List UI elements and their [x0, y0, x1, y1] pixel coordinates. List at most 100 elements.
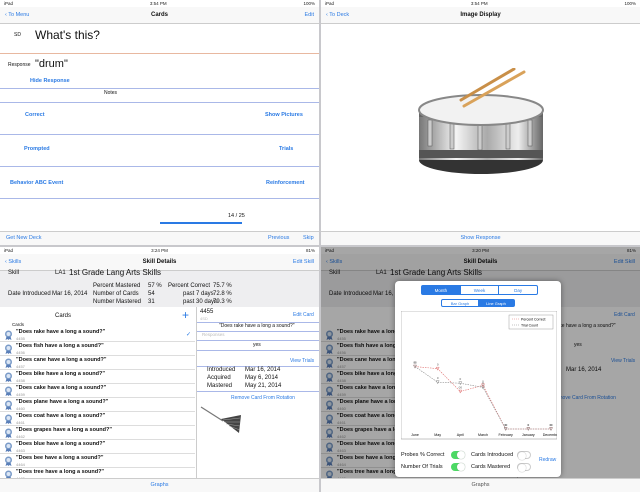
- get-new-deck-button[interactable]: Get New Deck: [6, 235, 41, 241]
- skill-code: LA1: [55, 270, 66, 276]
- medal-icon: [4, 442, 13, 452]
- card-list-item[interactable]: "Does fish have a long a sound?" 4456: [0, 342, 195, 356]
- card-list-item[interactable]: "Does bee have a long a sound?" 4464: [0, 454, 195, 468]
- card-id: 4456: [16, 350, 25, 355]
- card-question: "Does rake have a long a sound?": [16, 329, 106, 335]
- cards-mastered-toggle[interactable]: [517, 463, 531, 472]
- past-7-label: past 7 days: [183, 291, 214, 297]
- toolbar: Graphs: [321, 478, 640, 492]
- battery: 100%: [303, 1, 315, 6]
- card-counter: 14 / 25: [228, 213, 245, 219]
- card-question: "Does coat have a long a sound?": [16, 413, 106, 419]
- clock: 3:54 PM: [470, 1, 488, 6]
- skill-details-screen: iPad 3:24 PM 81% ‹ Skills Skill Details Ed…: [0, 247, 319, 492]
- card-list-item[interactable]: "Does coat have a long a sound?" 4461: [0, 412, 195, 426]
- reinforcement-button[interactable]: Reinforcement: [266, 180, 305, 186]
- medal-icon: [4, 414, 13, 424]
- medal-icon: [4, 344, 13, 354]
- probes-toggle[interactable]: [451, 451, 465, 459]
- correct-button[interactable]: Correct: [25, 112, 45, 118]
- card-question: "Does cake have a long a sound?": [16, 385, 107, 391]
- show-pictures-button[interactable]: Show Pictures: [265, 112, 303, 118]
- add-card-button[interactable]: +: [182, 308, 189, 322]
- graphs-button[interactable]: Graphs: [471, 482, 489, 488]
- card-list-item[interactable]: "Does cake have a long a sound?" 4459: [0, 384, 195, 398]
- battery: 81%: [305, 248, 315, 253]
- sd-text: What's this?: [35, 28, 100, 42]
- period-segmented-control: Month Week Day: [421, 285, 538, 295]
- detail-sd-id: 4SD: [200, 316, 208, 321]
- medal-icon: [4, 400, 13, 410]
- trials-toggle[interactable]: [451, 463, 465, 471]
- edit-button[interactable]: Edit: [305, 12, 314, 18]
- card-list-item[interactable]: "Does bike have a long a sound?" 4458: [0, 370, 195, 384]
- card-list-item[interactable]: "Does grapes have a long a sound?" 4462: [0, 426, 195, 440]
- prompted-button[interactable]: Prompted: [24, 146, 50, 152]
- x-tick-label: December: [543, 433, 557, 437]
- card-list-item[interactable]: "Does plane have a long a sound?" 4460: [0, 398, 195, 412]
- page-title: Cards: [150, 12, 168, 18]
- graphs-button[interactable]: Graphs: [150, 482, 168, 488]
- card-id: 4463: [16, 448, 25, 453]
- skip-button[interactable]: Skip: [303, 235, 314, 241]
- back-label: Skills: [8, 259, 22, 265]
- segment-week[interactable]: Week: [459, 286, 499, 294]
- card-id: 4457: [16, 364, 25, 369]
- card-list-item[interactable]: "Does cane have a long a sound?" 4457: [0, 356, 195, 370]
- drum-image: [418, 68, 544, 174]
- medal-icon: [4, 428, 13, 438]
- view-trials-button[interactable]: View Trials: [290, 358, 314, 364]
- card-id: 4460: [16, 406, 25, 411]
- card-id: 4455: [16, 336, 25, 341]
- toggle-knob: [518, 452, 526, 460]
- status-bar: iPad 3:24 PM 81%: [0, 247, 319, 254]
- clock: 3:24 PM: [151, 248, 168, 253]
- number-mastered-value: 31: [148, 299, 155, 305]
- divider: [0, 53, 319, 54]
- date-introduced-label: Date Introduced: [8, 291, 51, 297]
- page-title: Skill Details: [142, 259, 177, 265]
- medal-icon: [4, 358, 13, 368]
- back-to-skills-button[interactable]: ‹ Skills: [5, 259, 21, 265]
- cards-mastered-label: Cards Mastered: [471, 464, 511, 470]
- card-list-item[interactable]: "Does blue have a long a sound?" 4463: [0, 440, 195, 454]
- segment-line-graph[interactable]: Line Graph: [478, 300, 514, 306]
- medal-icon: [4, 386, 13, 396]
- x-tick-label: January: [522, 433, 535, 437]
- behavior-abc-button[interactable]: Behavior ABC Event: [10, 180, 63, 186]
- mastered-value: May 21, 2014: [245, 383, 282, 389]
- toggle-knob: [457, 451, 465, 459]
- card-id: 4458: [16, 378, 25, 383]
- show-response-button[interactable]: Show Response: [460, 235, 500, 241]
- trials-label: Number Of Trials: [401, 464, 443, 470]
- device-label: iPad: [325, 1, 335, 6]
- segment-day[interactable]: Day: [498, 286, 537, 294]
- edit-skill-button[interactable]: Edit Skill: [293, 259, 314, 265]
- back-to-deck-button[interactable]: ‹ To Deck: [326, 12, 349, 18]
- clock: 3:54 PM: [149, 1, 167, 6]
- divider: [0, 88, 319, 89]
- back-label: To Deck: [329, 12, 350, 18]
- segment-month[interactable]: Month: [422, 286, 460, 294]
- remove-card-button[interactable]: Remove Card From Rotation: [231, 395, 295, 401]
- data-label: 00: [459, 386, 463, 390]
- card-list-item[interactable]: "Does rake have a long a sound?" 4455: [0, 328, 195, 342]
- card-question: "Does bike have a long a sound?": [16, 371, 105, 377]
- back-to-menu-button[interactable]: ‹ To Menu: [5, 12, 29, 18]
- card-id: 4459: [16, 392, 25, 397]
- response-label: Response: [8, 62, 31, 68]
- line-chart: Percent Correct Trial Count June May April…: [401, 311, 557, 440]
- segment-bar-graph[interactable]: Bar Graph: [442, 300, 478, 306]
- cards-introduced-toggle[interactable]: [517, 451, 531, 460]
- previous-button[interactable]: Previous: [268, 235, 289, 241]
- trials-button[interactable]: Trials: [279, 146, 293, 152]
- redraw-button[interactable]: Redraw: [539, 457, 556, 463]
- card-question: "Does cane have a long a sound?": [16, 357, 107, 363]
- divider: [197, 340, 319, 341]
- card-id: 4464: [16, 462, 25, 467]
- hide-response-button[interactable]: Hide Response: [30, 78, 70, 84]
- medal-icon: [4, 330, 13, 340]
- edit-card-button[interactable]: Edit Card: [293, 312, 314, 318]
- graph-type-segmented-control: Bar Graph Line Graph: [441, 299, 515, 307]
- toggle-knob: [518, 464, 526, 472]
